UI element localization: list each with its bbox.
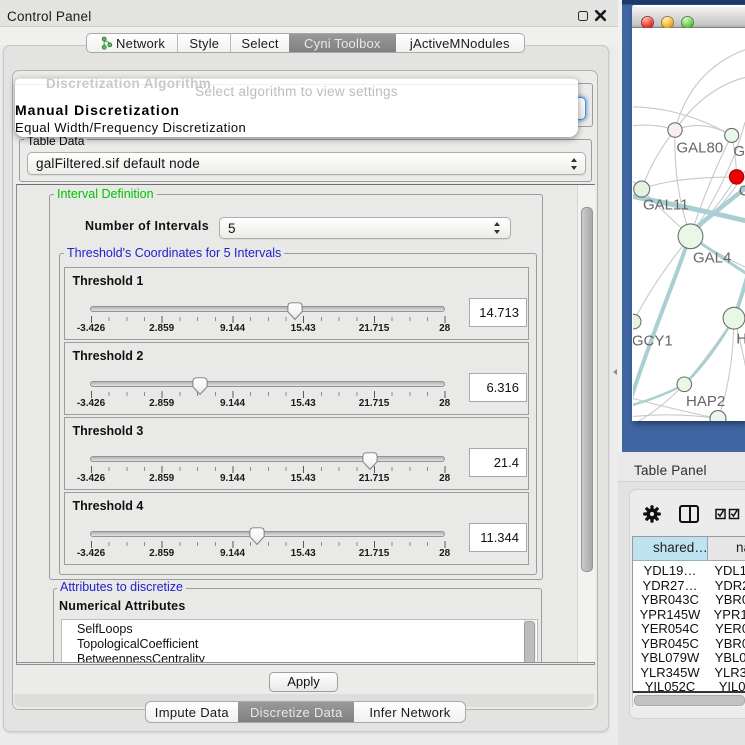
svg-text:GAL80: GAL80 [677,140,724,157]
svg-text:GAL4: GAL4 [693,250,731,267]
svg-text:H: H [736,330,745,347]
svg-text:C: C [739,183,745,200]
svg-text:GCY1: GCY1 [633,333,673,350]
svg-text:GAL11: GAL11 [643,197,689,214]
svg-text:GA: GA [733,143,745,160]
svg-text:HAP2: HAP2 [686,393,725,410]
